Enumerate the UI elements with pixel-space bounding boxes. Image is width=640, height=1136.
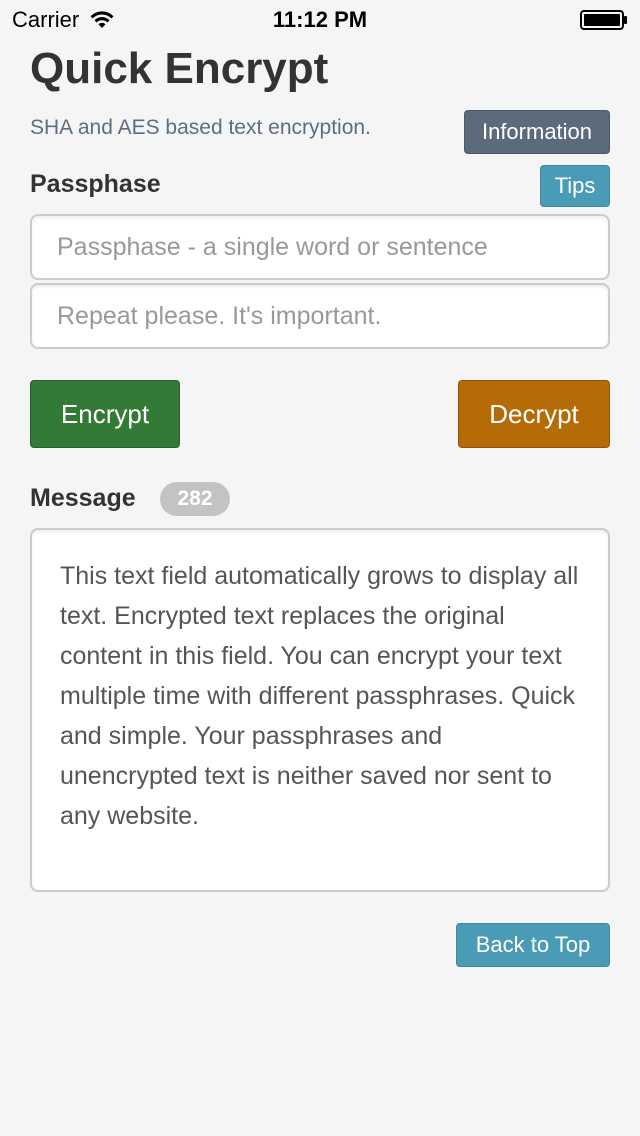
decrypt-button[interactable]: Decrypt [458,380,610,448]
character-count-badge: 282 [160,482,230,516]
back-to-top-button[interactable]: Back to Top [456,923,610,967]
tips-button[interactable]: Tips [540,165,610,207]
battery-icon [580,10,627,30]
subtitle: SHA and AES based text encryption. [30,116,371,139]
status-bar: Carrier 11:12 PM [0,0,640,40]
passphrase-label: Passphase [30,170,161,198]
repeat-passphrase-input[interactable]: Repeat please. It's important. [30,283,610,349]
information-button[interactable]: Information [464,110,610,154]
page-title: Quick Encrypt [30,44,329,93]
message-label: Message [30,484,136,512]
encrypt-button[interactable]: Encrypt [30,380,180,448]
status-time: 11:12 PM [272,7,368,32]
message-textarea[interactable]: This text field automatically grows to d… [30,528,610,892]
passphrase-input[interactable]: Passphase - a single word or sentence [30,214,610,280]
